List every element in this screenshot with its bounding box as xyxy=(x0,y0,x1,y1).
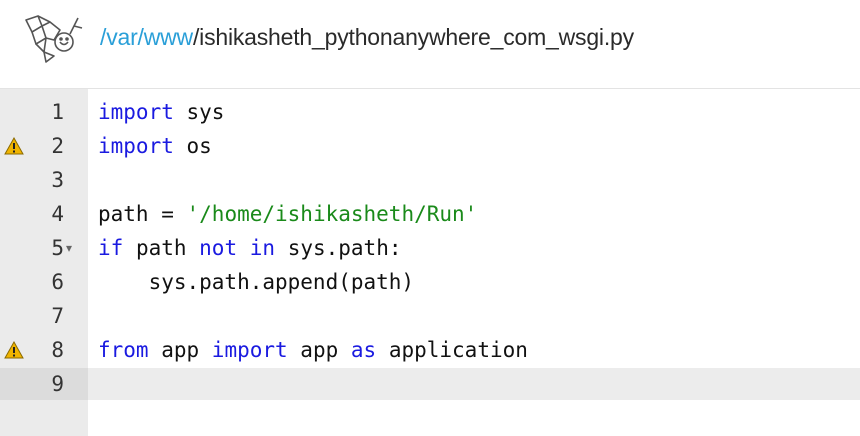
code-text[interactable]: path = '/home/ishikasheth/Run' xyxy=(98,198,477,230)
code-text[interactable]: from app import app as application xyxy=(98,334,528,366)
code-text[interactable]: if path not in sys.path: xyxy=(98,232,401,264)
code-line[interactable]: 4 path = '/home/ishikasheth/Run' xyxy=(0,198,860,230)
code-line[interactable]: 6 sys.path.append(path) xyxy=(0,266,860,298)
code-line[interactable]: 3 xyxy=(0,164,860,196)
code-token: os xyxy=(173,134,212,158)
line-number: 9 xyxy=(51,372,64,396)
line-number: 3 xyxy=(51,168,64,192)
keyword-token: if xyxy=(98,236,124,260)
file-header: /var/www/ishikasheth_pythonanywhere_com_… xyxy=(0,0,860,88)
keyword-token: import xyxy=(98,100,174,124)
code-line[interactable]: 9 xyxy=(0,368,860,400)
keyword-token: import xyxy=(211,338,288,362)
code-token: sys.path: xyxy=(275,236,402,260)
line-number: 6 xyxy=(51,270,64,294)
code-token: app xyxy=(287,338,351,362)
code-editor[interactable]: 1 import sys 2 import os 3 4 path = '/home/ish… xyxy=(0,88,860,436)
code-line[interactable]: 5 ▾ if path not in sys.path: xyxy=(0,232,860,264)
code-token: path xyxy=(123,236,200,260)
code-line[interactable]: 7 xyxy=(0,300,860,332)
line-number: 4 xyxy=(51,202,64,226)
file-path-breadcrumb: /var/www/ishikasheth_pythonanywhere_com_… xyxy=(100,24,634,51)
path-segment-www[interactable]: /www xyxy=(138,24,194,50)
string-token: '/home/ishikasheth/Run' xyxy=(186,202,478,226)
keyword-token: in xyxy=(249,236,276,260)
keyword-token: import xyxy=(98,134,174,158)
fold-toggle-icon[interactable]: ▾ xyxy=(66,232,72,264)
code-token: app xyxy=(148,338,212,362)
code-line[interactable]: 1 import sys xyxy=(0,96,860,128)
code-text[interactable]: sys.path.append(path) xyxy=(98,266,415,298)
keyword-token: not xyxy=(199,236,238,260)
keyword-token: as xyxy=(350,338,377,362)
line-number: 8 xyxy=(51,338,64,362)
code-token: sys xyxy=(173,100,225,124)
code-line[interactable]: 8 from app import app as application xyxy=(0,334,860,366)
code-text[interactable]: import sys xyxy=(98,96,224,128)
code-text[interactable]: import os xyxy=(98,130,212,162)
code-token: sys.path.append(path) xyxy=(98,270,415,294)
line-number: 2 xyxy=(51,134,64,158)
pythonanywhere-logo-icon[interactable] xyxy=(20,12,94,70)
code-token: path = xyxy=(98,202,187,226)
code-token: application xyxy=(376,338,528,362)
keyword-token: from xyxy=(98,338,149,362)
path-segment-var[interactable]: /var xyxy=(100,24,138,50)
code-line[interactable]: 2 import os xyxy=(0,130,860,162)
line-number: 5 xyxy=(51,236,64,260)
line-number: 7 xyxy=(51,304,64,328)
line-number: 1 xyxy=(51,100,64,124)
path-segment-file: /ishikasheth_pythonanywhere_com_wsgi.py xyxy=(192,24,634,50)
